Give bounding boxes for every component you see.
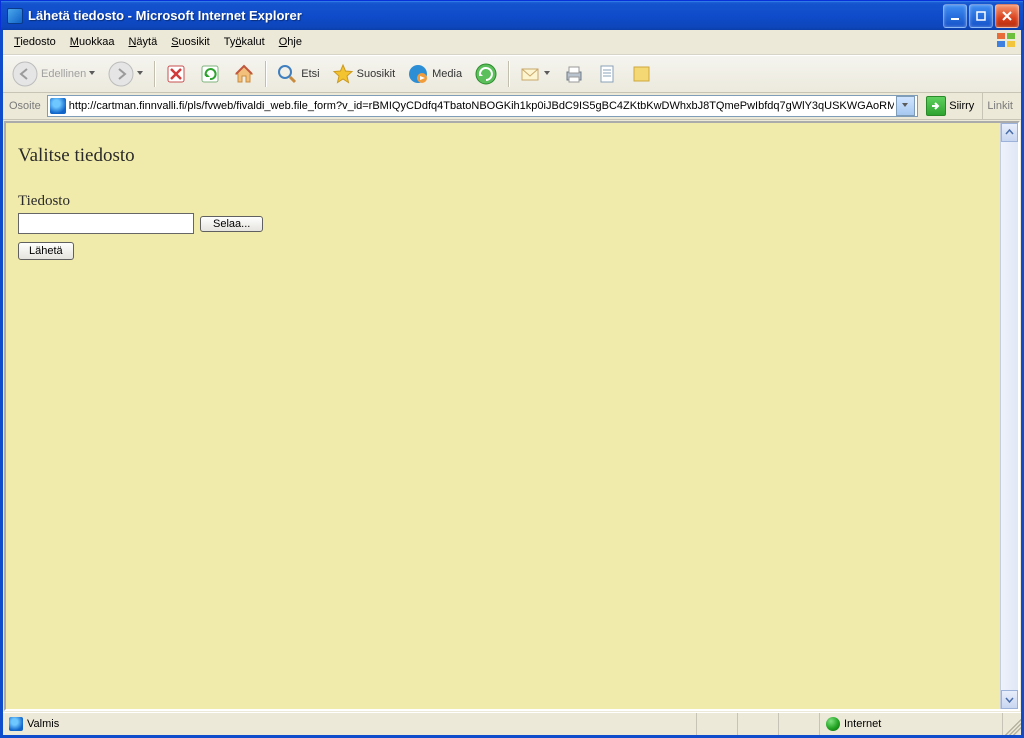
discuss-button[interactable] bbox=[626, 60, 658, 88]
back-icon bbox=[12, 61, 38, 87]
refresh-icon bbox=[199, 63, 221, 85]
minimize-icon bbox=[950, 11, 960, 21]
chevron-down-icon bbox=[137, 71, 144, 78]
address-bar: Osoite http://cartman.finnvalli.fi/pls/f… bbox=[3, 93, 1021, 120]
favorites-button[interactable]: Suosikit bbox=[327, 60, 401, 88]
resize-grip[interactable] bbox=[1003, 713, 1021, 735]
status-pane bbox=[738, 713, 779, 735]
go-icon bbox=[926, 96, 946, 116]
address-url: http://cartman.finnvalli.fi/pls/fvweb/fi… bbox=[69, 100, 894, 112]
chevron-down-icon bbox=[1005, 695, 1014, 704]
menu-bar: TiedostoMuokkaaNäytäSuosikitTyökalutOhje bbox=[3, 30, 1021, 55]
back-label: Edellinen bbox=[41, 68, 86, 80]
menu-työkalut[interactable]: Työkalut bbox=[217, 34, 272, 50]
status-bar: Valmis Internet bbox=[3, 712, 1021, 735]
history-button[interactable] bbox=[469, 59, 503, 89]
globe-icon bbox=[826, 717, 840, 731]
file-field-label: Tiedosto bbox=[18, 193, 988, 210]
browse-button[interactable]: Selaa... bbox=[200, 216, 263, 232]
scroll-down-button[interactable] bbox=[1001, 690, 1018, 709]
menu-suosikit[interactable]: Suosikit bbox=[164, 34, 217, 50]
submit-button[interactable]: Lähetä bbox=[18, 242, 74, 260]
page-icon bbox=[9, 717, 23, 731]
edit-button[interactable] bbox=[592, 60, 624, 88]
star-icon bbox=[332, 63, 354, 85]
note-icon bbox=[631, 63, 653, 85]
separator bbox=[508, 61, 509, 87]
history-icon bbox=[474, 62, 498, 86]
search-button[interactable]: Etsi bbox=[271, 60, 324, 88]
menu-muokkaa[interactable]: Muokkaa bbox=[63, 34, 122, 50]
title-bar: Lähetä tiedosto - Microsoft Internet Exp… bbox=[0, 0, 1024, 30]
toolbar: Edellinen bbox=[3, 55, 1021, 93]
print-button[interactable] bbox=[558, 60, 590, 88]
status-zone-text: Internet bbox=[844, 718, 881, 730]
window-title: Lähetä tiedosto - Microsoft Internet Exp… bbox=[28, 8, 943, 23]
status-ready-pane: Valmis bbox=[3, 713, 697, 735]
forward-button[interactable] bbox=[103, 58, 149, 90]
media-button[interactable]: Media bbox=[402, 60, 467, 88]
mail-button[interactable] bbox=[514, 60, 556, 88]
status-zone-pane: Internet bbox=[820, 713, 1003, 735]
stop-icon bbox=[165, 63, 187, 85]
menu-ohje[interactable]: Ohje bbox=[272, 34, 309, 50]
file-input[interactable] bbox=[18, 213, 194, 234]
links-label[interactable]: Linkit bbox=[982, 93, 1017, 119]
favorites-label: Suosikit bbox=[357, 68, 396, 80]
address-dropdown[interactable] bbox=[896, 96, 915, 116]
web-page: Valitse tiedosto Tiedosto Selaa... Lähet… bbox=[6, 123, 1000, 709]
status-pane bbox=[779, 713, 820, 735]
edit-icon bbox=[597, 63, 619, 85]
chevron-up-icon bbox=[1005, 128, 1014, 137]
content-area: Valitse tiedosto Tiedosto Selaa... Lähet… bbox=[4, 121, 1020, 711]
windows-flag-icon bbox=[995, 31, 1019, 51]
maximize-icon bbox=[976, 11, 986, 21]
scroll-up-button[interactable] bbox=[1001, 123, 1018, 142]
status-ready-text: Valmis bbox=[27, 718, 59, 730]
ie-favicon bbox=[50, 98, 66, 114]
maximize-button[interactable] bbox=[969, 4, 993, 28]
menu-tiedosto[interactable]: Tiedosto bbox=[7, 34, 63, 50]
menu-näytä[interactable]: Näytä bbox=[121, 34, 164, 50]
chevron-down-icon bbox=[544, 71, 551, 78]
chevron-down-icon bbox=[902, 103, 909, 110]
chevron-down-icon bbox=[89, 71, 96, 78]
vertical-scrollbar[interactable] bbox=[1000, 123, 1018, 709]
page-heading: Valitse tiedosto bbox=[18, 145, 988, 167]
close-icon bbox=[1002, 11, 1012, 21]
media-icon bbox=[407, 63, 429, 85]
home-button[interactable] bbox=[228, 60, 260, 88]
print-icon bbox=[563, 63, 585, 85]
back-button[interactable]: Edellinen bbox=[7, 58, 101, 90]
refresh-button[interactable] bbox=[194, 60, 226, 88]
stop-button[interactable] bbox=[160, 60, 192, 88]
address-field[interactable]: http://cartman.finnvalli.fi/pls/fvweb/fi… bbox=[47, 95, 918, 117]
search-icon bbox=[276, 63, 298, 85]
separator bbox=[265, 61, 266, 87]
search-label: Etsi bbox=[301, 68, 319, 80]
status-pane bbox=[697, 713, 738, 735]
forward-icon bbox=[108, 61, 134, 87]
go-label: Siirry bbox=[949, 100, 974, 112]
separator bbox=[154, 61, 155, 87]
home-icon bbox=[233, 63, 255, 85]
minimize-button[interactable] bbox=[943, 4, 967, 28]
mail-icon bbox=[519, 63, 541, 85]
address-label: Osoite bbox=[7, 100, 43, 112]
media-label: Media bbox=[432, 68, 462, 80]
app-icon bbox=[7, 8, 23, 24]
go-button[interactable]: Siirry bbox=[922, 95, 978, 117]
window-controls bbox=[943, 4, 1019, 28]
close-button[interactable] bbox=[995, 4, 1019, 28]
